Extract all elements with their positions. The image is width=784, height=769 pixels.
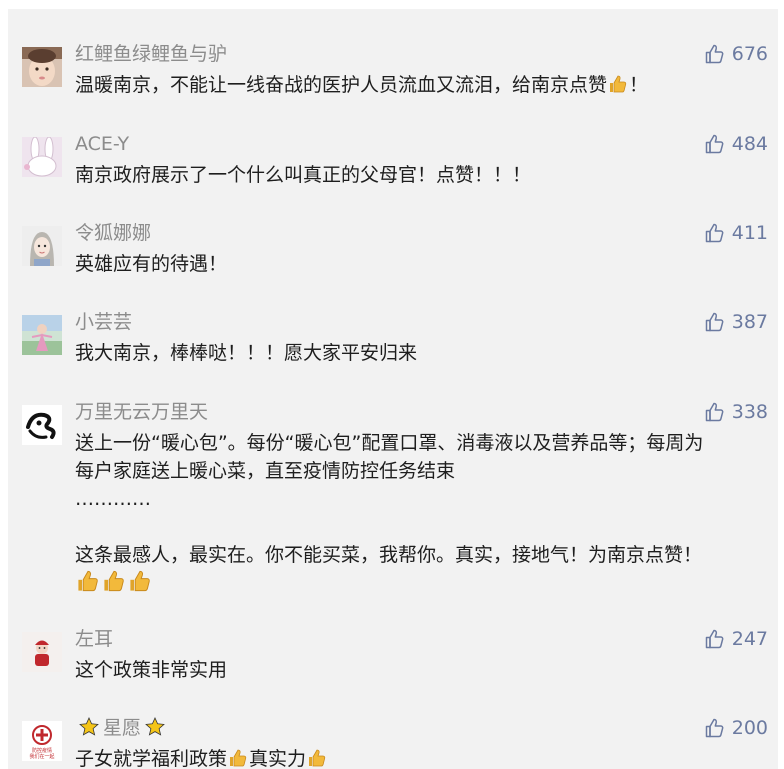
comment-text-line <box>75 513 703 541</box>
comment-text-line: 英雄应有的待遇！ <box>75 253 228 275</box>
like-count: 411 <box>731 222 768 244</box>
comment-text-line: 南京政府展示了一个什么叫真正的父母官！点赞！！！ <box>75 164 532 186</box>
ink-yinyang-avatar-image <box>22 405 62 445</box>
like-button[interactable]: 247 <box>704 626 768 652</box>
avatar[interactable] <box>22 226 62 266</box>
comment-author[interactable]: 小芸芸 <box>75 309 132 335</box>
comment-item: 令狐娜娜 英雄应有的待遇！ 411 <box>22 220 768 280</box>
thumbs-up-outline-icon <box>705 312 724 332</box>
avatar[interactable] <box>22 315 62 355</box>
avatar[interactable]: 防控疫情 我们在一起 <box>22 721 62 761</box>
bunny-photo-avatar-image <box>22 137 62 177</box>
red-doll-avatar-image <box>22 632 62 672</box>
thumbs-up-outline-icon <box>705 629 724 649</box>
like-count: 387 <box>731 311 768 333</box>
comment-text-line: 送上一份“暖心包”。每份“暖心包”配置口罩、消毒液以及营养品等；每周为 <box>75 432 704 454</box>
comment-author[interactable]: 左耳 <box>75 626 113 652</box>
comment-text-line: 每户家庭送上暖心菜，直至疫情防控任务结束 <box>75 460 456 482</box>
like-count: 247 <box>731 628 768 650</box>
right-border <box>778 0 784 769</box>
comment-text-line: 这条最感人，最实在。你不能买菜，我帮你。真实，接地气！为南京点赞！ <box>75 544 703 566</box>
star-emoji-icon <box>79 717 99 744</box>
avatar[interactable] <box>22 632 62 672</box>
thumbs-up-outline-icon <box>705 134 724 154</box>
comment-text: 这个政策非常实用 <box>75 656 227 684</box>
comment-text-part: 子女就学福利政策 <box>75 748 228 769</box>
star-emoji-icon <box>145 717 165 744</box>
like-count: 484 <box>731 133 768 155</box>
thumbs-up-outline-icon <box>705 718 724 738</box>
like-button[interactable]: 676 <box>704 41 768 67</box>
baby-photo-avatar-image <box>22 47 62 87</box>
comment-text-part: ！ <box>629 74 649 96</box>
thumbs-up-emoji-icon <box>76 569 100 601</box>
thumbs-up-outline-icon <box>705 223 724 243</box>
comment-author-name: 星愿 <box>103 717 142 739</box>
comment-author[interactable]: 令狐娜娜 <box>75 220 151 246</box>
comment-item: 防控疫情 我们在一起 星愿 子女就学福利政策 真实力 200 <box>22 715 768 769</box>
comment-text-part: 真实力 <box>249 748 307 769</box>
comment-text-line: 这个政策非常实用 <box>75 659 228 681</box>
like-button[interactable]: 338 <box>704 399 768 425</box>
left-border <box>0 0 8 769</box>
comment-text-line: ………… <box>75 488 151 510</box>
like-count: 676 <box>731 43 768 65</box>
comment-author[interactable]: 红鲤鱼绿鲤鱼与驴 <box>75 41 227 67</box>
comment-author[interactable]: ACE-Y <box>75 131 129 157</box>
thumbs-up-emoji-icon <box>307 748 327 769</box>
thumbs-up-outline-icon <box>705 402 724 422</box>
comment-list-page: 红鲤鱼绿鲤鱼与驴 温暖南京，不能让一线奋战的医护人员流血又流泪，给南京点赞 ！ 6… <box>0 0 784 769</box>
like-button[interactable]: 387 <box>704 309 768 335</box>
thumbs-up-emoji-icon <box>128 569 152 601</box>
top-border <box>0 0 784 9</box>
girl-outdoor-avatar-image <box>22 315 62 355</box>
comment-item: 红鲤鱼绿鲤鱼与驴 温暖南京，不能让一线奋战的医护人员流血又流泪，给南京点赞 ！ 6… <box>22 41 768 101</box>
like-button[interactable]: 200 <box>704 715 768 741</box>
epidemic-seal-avatar-image: 防控疫情 我们在一起 <box>22 721 62 761</box>
avatar[interactable] <box>22 47 62 87</box>
comment-text: 温暖南京，不能让一线奋战的医护人员流血又流泪，给南京点赞 ！ <box>75 71 648 99</box>
thumbs-up-emoji-icon <box>102 569 126 601</box>
like-count: 338 <box>731 401 768 423</box>
comment-text: 南京政府展示了一个什么叫真正的父母官！点赞！！！ <box>75 161 531 189</box>
like-button[interactable]: 484 <box>704 131 768 157</box>
emoji-row <box>75 569 703 597</box>
comment-text: 我大南京，棒棒哒！！！愿大家平安归来 <box>75 339 417 367</box>
comment-item: ACE-Y 南京政府展示了一个什么叫真正的父母官！点赞！！！ 484 <box>22 131 768 191</box>
comment-item: 万里无云万里天 送上一份“暖心包”。每份“暖心包”配置口罩、消毒液以及营养品等；… <box>22 399 768 599</box>
comment-text: 英雄应有的待遇！ <box>75 250 227 278</box>
thumbs-up-emoji-icon <box>608 74 628 102</box>
like-button[interactable]: 411 <box>704 220 768 246</box>
comment-text-part: 温暖南京，不能让一线奋战的医护人员流血又流泪，给南京点赞 <box>75 74 608 96</box>
avatar-caption-bottom: 我们在一起 <box>29 753 54 760</box>
avatar[interactable] <box>22 405 62 445</box>
comment-item: 小芸芸 我大南京，棒棒哒！！！愿大家平安归来 387 <box>22 309 768 369</box>
comment-text: 送上一份“暖心包”。每份“暖心包”配置口罩、消毒液以及营养品等；每周为 每户家庭… <box>75 429 703 597</box>
comment-author[interactable]: 万里无云万里天 <box>75 399 208 425</box>
like-count: 200 <box>731 717 768 739</box>
avatar[interactable] <box>22 137 62 177</box>
comment-item: 左耳 这个政策非常实用 247 <box>22 626 768 686</box>
thumbs-up-emoji-icon <box>228 748 248 769</box>
avatar-caption-top: 防控疫情 <box>32 747 52 754</box>
comment-text-line: 我大南京，棒棒哒！！！愿大家平安归来 <box>75 342 418 364</box>
comment-text: 子女就学福利政策 真实力 <box>75 745 328 769</box>
comment-author[interactable]: 星愿 <box>75 715 169 744</box>
cartoon-girl-avatar-image <box>22 226 62 266</box>
thumbs-up-outline-icon <box>705 44 724 64</box>
